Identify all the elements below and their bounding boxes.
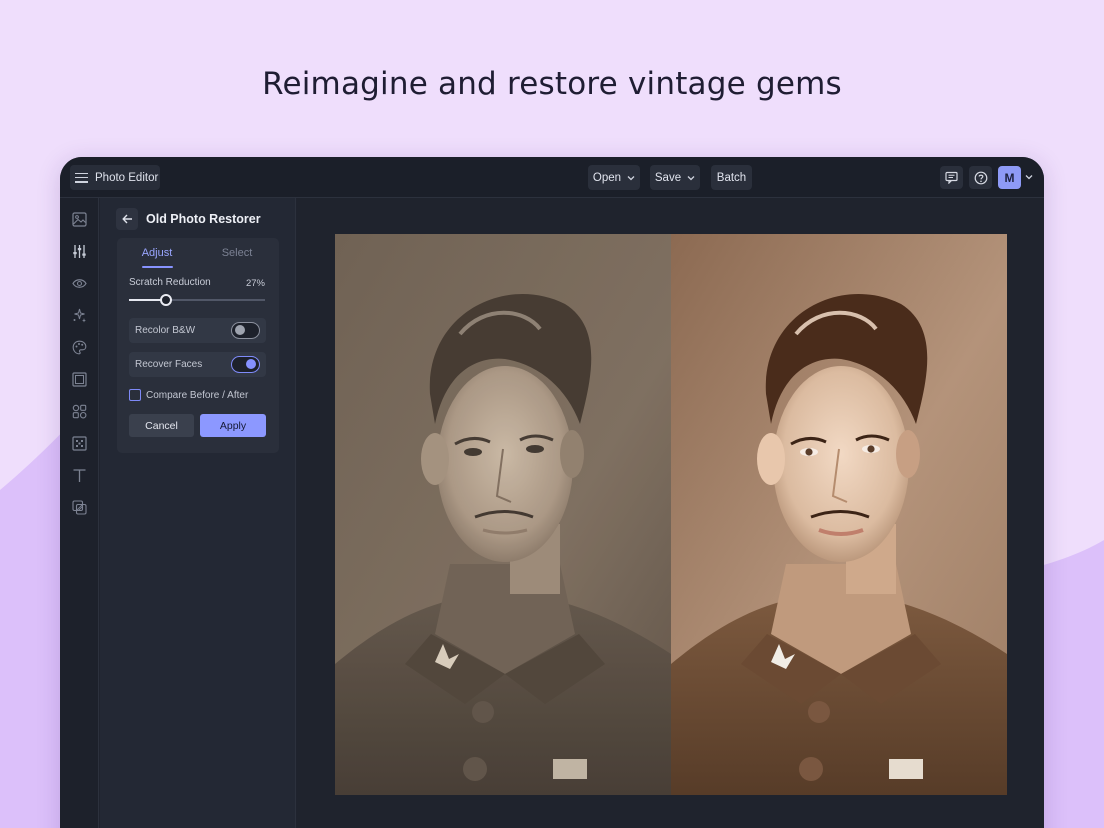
app-menu-button[interactable]: Photo Editor	[70, 165, 160, 190]
open-menu-button[interactable]: Open	[588, 165, 640, 190]
comment-icon	[945, 171, 958, 184]
panel-header: Old Photo Restorer	[116, 208, 261, 230]
scratch-reduction-label: Scratch Reduction	[129, 277, 211, 288]
adjust-sliders-icon[interactable]	[72, 244, 87, 259]
save-label: Save	[654, 171, 682, 184]
scratch-reduction-slider[interactable]	[129, 294, 265, 306]
tool-rail	[60, 198, 99, 828]
page-headline: Reimagine and restore vintage gems	[262, 66, 842, 102]
save-menu-button[interactable]: Save	[650, 165, 700, 190]
hamburger-icon	[75, 172, 88, 183]
active-tab-indicator	[142, 266, 173, 268]
scratch-reduction-value: 27%	[245, 278, 265, 289]
open-label: Open	[592, 171, 622, 184]
recover-faces-label: Recover Faces	[135, 359, 203, 370]
panel-title: Old Photo Restorer	[146, 212, 261, 226]
top-bar: Photo Editor Open Save Batch M	[60, 157, 1044, 198]
comment-button[interactable]	[940, 166, 963, 189]
compare-checkbox[interactable]	[129, 389, 141, 401]
image-icon[interactable]	[72, 212, 87, 227]
compare-label: Compare Before / After	[146, 390, 249, 401]
batch-button[interactable]: Batch	[711, 165, 752, 190]
palette-icon[interactable]	[72, 340, 87, 355]
chevron-down-icon[interactable]	[1025, 173, 1033, 181]
chevron-down-icon	[627, 175, 635, 180]
canvas-area	[297, 198, 1044, 828]
recolor-bw-toggle[interactable]	[231, 322, 260, 339]
editor-window: Photo Editor Open Save Batch M Old Photo…	[60, 157, 1044, 828]
cancel-button[interactable]: Cancel	[129, 414, 194, 437]
user-avatar[interactable]: M	[998, 166, 1021, 189]
recover-faces-toggle[interactable]	[231, 356, 260, 373]
tab-adjust[interactable]: Adjust	[117, 247, 197, 259]
tab-select[interactable]: Select	[197, 247, 277, 259]
after-photo	[671, 234, 1007, 795]
texture-icon[interactable]	[72, 436, 87, 451]
before-photo	[335, 234, 671, 795]
batch-label: Batch	[716, 171, 747, 184]
apply-button[interactable]: Apply	[200, 414, 266, 437]
eye-icon[interactable]	[72, 276, 87, 291]
help-button[interactable]	[969, 166, 992, 189]
elements-icon[interactable]	[72, 404, 87, 419]
overlay-icon[interactable]	[72, 500, 87, 515]
photo-comparison[interactable]	[335, 234, 1007, 795]
recolor-bw-row: Recolor B&W	[129, 318, 266, 343]
back-button[interactable]	[116, 208, 138, 230]
app-label: Photo Editor	[95, 171, 159, 184]
magic-sparkle-icon[interactable]	[72, 308, 87, 323]
frame-icon[interactable]	[72, 372, 87, 387]
slider-thumb[interactable]	[160, 294, 172, 306]
recolor-bw-label: Recolor B&W	[135, 325, 196, 336]
recover-faces-row: Recover Faces	[129, 352, 266, 377]
arrow-left-icon	[121, 214, 132, 224]
tab-bar: Adjust Select	[117, 238, 279, 268]
text-icon[interactable]	[72, 468, 87, 483]
restorer-panel: Old Photo Restorer Adjust Select Scratch…	[100, 198, 296, 828]
chevron-down-icon	[687, 175, 695, 180]
settings-card: Adjust Select Scratch Reduction 27% Reco…	[117, 238, 279, 453]
help-icon	[974, 171, 987, 184]
